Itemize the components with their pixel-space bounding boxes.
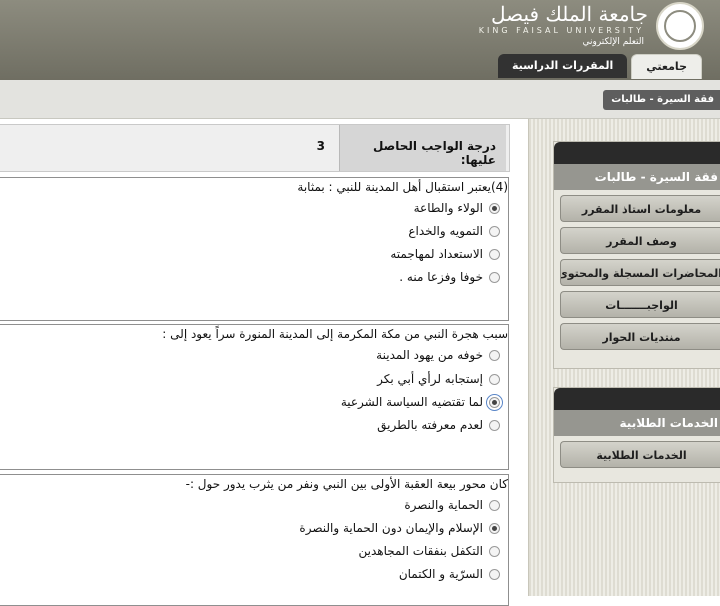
breadcrumb-course[interactable]: فقة السيرة - طالبات bbox=[603, 90, 720, 110]
main-tabs: جامعتي المقررات الدراسية bbox=[497, 54, 702, 79]
grade-value: 3 bbox=[316, 139, 325, 153]
answer-option[interactable]: التمويه والخداع bbox=[408, 222, 500, 240]
answer-label: خوفه من يهود المدينة bbox=[376, 348, 483, 362]
question-text: سبب هجرة النبي من مكة المكرمة إلى المدين… bbox=[162, 327, 508, 341]
answer-option[interactable]: خوفا وفزعا منه . bbox=[399, 268, 500, 286]
answer-option[interactable]: لما تقتضيه السياسة الشرعية bbox=[340, 393, 503, 411]
answer-option[interactable]: الحماية والنصرة bbox=[404, 496, 500, 514]
elearning-subtitle: التعلم الإلكتروني bbox=[582, 37, 644, 47]
answer-option[interactable]: خوفه من يهود المدينة bbox=[376, 346, 500, 364]
discussion-forums-button[interactable]: منتديات الحوار bbox=[560, 323, 720, 350]
radio-button[interactable] bbox=[489, 499, 500, 511]
answer-label: الحماية والنصرة bbox=[404, 498, 483, 512]
radio-button[interactable] bbox=[489, 349, 500, 361]
question-1: (4)يعتبر استقبال أهل المدينة للنبي : بمث… bbox=[0, 177, 509, 321]
radio-button[interactable] bbox=[489, 522, 500, 534]
answer-label: الاستعداد لمهاجمته bbox=[390, 247, 483, 261]
right-sidebar: فقة السيرة - طالبات معلومات استاذ المقرر… bbox=[528, 119, 720, 596]
radio-button[interactable] bbox=[489, 419, 500, 431]
answer-label: السرّية و الكتمان bbox=[398, 567, 483, 581]
grade-label: درجة الواجب الحاصل عليها: bbox=[372, 139, 496, 167]
answer-option[interactable]: الإسلام والإيمان دون الحماية والنصرة bbox=[299, 519, 500, 537]
recorded-lectures-button[interactable]: المحاضرات المسجلة والمحتوى bbox=[560, 259, 720, 286]
answer-option[interactable]: التكفل بنفقات المجاهدين bbox=[358, 542, 500, 560]
answer-label: التكفل بنفقات المجاهدين bbox=[358, 544, 483, 558]
answer-label: الولاء والطاعة bbox=[413, 201, 483, 215]
answer-option[interactable]: لعدم معرفته بالطريق bbox=[377, 416, 500, 434]
course-menu-box: فقة السيرة - طالبات معلومات استاذ المقرر… bbox=[553, 141, 720, 369]
student-services-button[interactable]: الخدمات الطلابية bbox=[560, 441, 720, 468]
radio-button[interactable] bbox=[489, 545, 500, 557]
answer-option[interactable]: الاستعداد لمهاجمته bbox=[390, 245, 500, 263]
breadcrumb-bar: فقة السيرة - طالبات bbox=[0, 80, 720, 119]
answer-label: خوفا وفزعا منه . bbox=[399, 270, 483, 284]
radio-button[interactable] bbox=[489, 225, 500, 237]
site-header: جامعة الملك فيصل KING FAISAL UNIVERSITY … bbox=[0, 0, 720, 80]
answer-label: الإسلام والإيمان دون الحماية والنصرة bbox=[299, 521, 483, 535]
student-services-title: الخدمات الطلابية bbox=[554, 410, 720, 436]
university-name-english: KING FAISAL UNIVERSITY bbox=[478, 26, 644, 35]
course-description-button[interactable]: وصف المقرر bbox=[560, 227, 720, 254]
tab-courses[interactable]: المقررات الدراسية bbox=[497, 54, 628, 78]
grade-label-cell: درجة الواجب الحاصل عليها: bbox=[339, 125, 506, 171]
answer-option[interactable]: الولاء والطاعة bbox=[414, 199, 500, 217]
question-text: (4)يعتبر استقبال أهل المدينة للنبي : بمث… bbox=[297, 180, 508, 194]
radio-button[interactable] bbox=[486, 393, 503, 411]
course-menu-title: فقة السيرة - طالبات bbox=[554, 164, 720, 190]
radio-button[interactable] bbox=[489, 271, 500, 283]
instructor-info-button[interactable]: معلومات استاذ المقرر bbox=[560, 195, 720, 222]
university-name-arabic: جامعة الملك فيصل bbox=[490, 2, 648, 26]
question-text: كان محور بيعة العقبة الأولى بين النبي ون… bbox=[185, 477, 508, 491]
answer-option[interactable]: إستجابه لرأي أبي بكر bbox=[377, 370, 500, 388]
radio-button[interactable] bbox=[489, 373, 500, 385]
radio-button[interactable] bbox=[489, 568, 500, 580]
box-header-bar bbox=[554, 388, 720, 410]
tab-my-university[interactable]: جامعتي bbox=[631, 54, 702, 79]
student-services-box: الخدمات الطلابية الخدمات الطلابية bbox=[553, 387, 720, 483]
radio-button[interactable] bbox=[489, 248, 500, 260]
question-3: كان محور بيعة العقبة الأولى بين النبي ون… bbox=[0, 474, 509, 606]
answer-option[interactable]: السرّية و الكتمان bbox=[399, 565, 500, 583]
answer-label: لما تقتضيه السياسة الشرعية bbox=[340, 395, 483, 409]
answer-label: التمويه والخداع bbox=[408, 224, 483, 238]
university-seal-logo bbox=[656, 2, 704, 50]
grade-summary: درجة الواجب الحاصل عليها: 3 bbox=[0, 124, 510, 172]
box-header-bar bbox=[554, 142, 720, 164]
radio-button[interactable] bbox=[489, 202, 500, 214]
answer-label: إستجابه لرأي أبي بكر bbox=[377, 372, 483, 386]
assignments-button[interactable]: الواجبـــــــات bbox=[560, 291, 720, 318]
question-2: سبب هجرة النبي من مكة المكرمة إلى المدين… bbox=[0, 324, 509, 470]
answer-label: لعدم معرفته بالطريق bbox=[377, 418, 483, 432]
